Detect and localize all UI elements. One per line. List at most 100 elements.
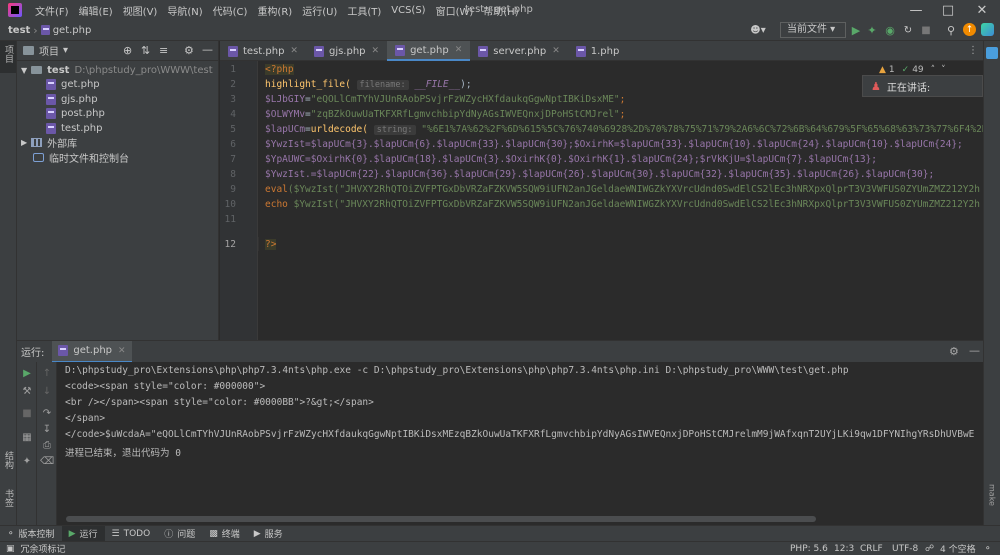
status-caret-position[interactable]: 12:3	[834, 544, 854, 554]
tree-file-get[interactable]: get.php	[17, 78, 218, 93]
menu-file[interactable]: 文件(F)	[30, 3, 74, 18]
tab-server-php[interactable]: server.php ✕	[470, 41, 568, 61]
status-encoding[interactable]: UTF-8	[892, 544, 918, 554]
close-icon[interactable]: ✕	[455, 45, 463, 55]
search-icon[interactable]: ⚲	[945, 23, 957, 37]
git-icon[interactable]: ⚬	[984, 544, 992, 554]
menu-view[interactable]: 视图(V)	[118, 3, 163, 18]
maximize-icon[interactable]: □	[932, 0, 964, 20]
attach-icon[interactable]: ↻	[902, 23, 914, 37]
tool-tab-problems[interactable]: ⓘ 问题	[157, 526, 202, 542]
tree-external-libraries[interactable]: ▶ 外部库	[17, 136, 218, 150]
menu-edit[interactable]: 编辑(E)	[74, 3, 118, 18]
tool-tab-terminal[interactable]: ▩ 终端	[202, 526, 247, 542]
stop-icon[interactable]: ■	[20, 406, 34, 420]
breadcrumb-file[interactable]: get.php	[53, 25, 92, 36]
run-icon[interactable]: ▶	[850, 23, 862, 37]
scroll-to-end-icon[interactable]: ↧	[40, 422, 54, 436]
inspection-widget[interactable]: ▲ 1 ✓ 49 ˄ ˅	[879, 65, 946, 75]
status-indent[interactable]: 4 个空格	[940, 542, 976, 555]
code-line-12: ?>	[265, 239, 277, 250]
status-line-separator[interactable]: CRLF	[860, 544, 883, 554]
chevron-down-icon[interactable]: ▼	[21, 66, 27, 75]
layout-icon[interactable]: ▦	[20, 430, 34, 444]
gear-icon[interactable]: ⚙	[949, 345, 959, 358]
param-hint: string:	[373, 125, 416, 135]
user-icon[interactable]: ☻▾	[748, 23, 768, 37]
arrow-up-icon[interactable]: ↑	[40, 366, 54, 380]
run-config-select[interactable]: 当前文件 ▾	[780, 22, 846, 38]
menu-code[interactable]: 代码(C)	[208, 3, 253, 18]
breadcrumb-project[interactable]: test	[0, 25, 30, 36]
tree-file-post[interactable]: post.php	[17, 107, 218, 122]
hide-panel-icon[interactable]: —	[969, 344, 980, 357]
close-icon[interactable]: ✕	[118, 346, 126, 356]
menu-run[interactable]: 运行(U)	[297, 3, 342, 18]
print-icon[interactable]: ⎙	[40, 438, 54, 452]
structure-tool-tab[interactable]: 结构	[2, 451, 15, 469]
bookmarks-tool-tab[interactable]: 书签	[2, 489, 15, 507]
debug-icon[interactable]: ✦	[866, 23, 878, 37]
tree-scratches[interactable]: 临时文件和控制台	[17, 150, 218, 165]
close-window-icon[interactable]: ✕	[966, 0, 998, 20]
status-panel-icon[interactable]: ▣	[6, 544, 15, 554]
menu-vcs[interactable]: VCS(S)	[386, 5, 430, 16]
line-number: 2	[230, 79, 236, 90]
console-horizontal-scrollbar[interactable]	[66, 516, 816, 522]
trash-icon[interactable]: ⌫	[40, 454, 54, 468]
arrow-down-icon[interactable]: ↓	[40, 384, 54, 398]
menu-refactor[interactable]: 重构(R)	[252, 3, 297, 18]
coverage-icon[interactable]: ◉	[884, 23, 896, 37]
status-php-version[interactable]: PHP: 5.6	[790, 544, 828, 554]
tool-tab-run[interactable]: ▶ 运行	[61, 525, 105, 542]
stop-icon[interactable]: ■	[920, 23, 932, 37]
tab-1-php[interactable]: 1.php	[568, 41, 628, 61]
run-console-output[interactable]: D:\phpstudy_pro\Extensions\php\php7.3.4n…	[57, 362, 983, 525]
tree-file-gjs[interactable]: gjs.php	[17, 92, 218, 107]
chevron-down-icon[interactable]: ˅	[941, 65, 946, 75]
chevron-right-icon[interactable]: ▶	[21, 138, 27, 147]
tree-file-test[interactable]: test.php	[17, 121, 218, 136]
close-icon[interactable]: ✕	[290, 46, 298, 56]
window-title: test - get.php	[465, 4, 533, 15]
locate-icon[interactable]: ⊕	[123, 44, 132, 57]
tree-root[interactable]: ▼ test D:\phpstudy_pro\WWW\test	[17, 63, 218, 78]
close-icon[interactable]: ✕	[552, 46, 560, 56]
wrench-icon[interactable]: ⚒	[20, 384, 34, 398]
php-file-icon	[46, 79, 56, 91]
chevron-up-icon[interactable]: ˄	[931, 65, 936, 75]
tool-tab-vcs[interactable]: ⚬ 版本控制	[0, 526, 62, 542]
navigation-bar: test › get.php ☻▾ 当前文件 ▾ ▶ ✦ ◉ ↻ ■ ⚲ ↑	[0, 20, 1000, 41]
database-icon[interactable]	[986, 47, 998, 59]
close-icon[interactable]: ✕	[372, 46, 380, 56]
gear-icon[interactable]: ⚙	[184, 44, 194, 57]
pin-icon[interactable]: ✦	[20, 454, 34, 468]
run-tab-label: get.php	[73, 345, 113, 356]
code-editor[interactable]: <?php highlight_file( filename: __FILE__…	[259, 61, 983, 340]
lock-icon[interactable]: ☍	[925, 544, 934, 554]
tab-gjs-php[interactable]: gjs.php ✕	[306, 41, 387, 61]
menu-navigate[interactable]: 导航(N)	[162, 3, 207, 18]
project-panel-title[interactable]: 项目	[39, 43, 59, 58]
project-tool-tab[interactable]: 项目	[2, 45, 15, 63]
tool-tab-todo[interactable]: ☰ TODO	[105, 526, 158, 542]
tree-root-path: D:\phpstudy_pro\WWW\test	[74, 64, 213, 76]
expand-all-icon[interactable]: ⇅	[141, 44, 150, 57]
make-icon[interactable]: make	[986, 475, 998, 515]
tree-root-name: test	[47, 64, 70, 76]
rerun-icon[interactable]: ▶	[20, 366, 34, 380]
tab-options-icon[interactable]: ⋮	[968, 45, 978, 56]
tab-get-php[interactable]: get.php ✕	[387, 41, 471, 61]
project-panel: 项目 ▾ ⊕ ⇅ ≡ ⚙ — ▼ test D:\phpstudy_pro\WW…	[17, 41, 219, 340]
tab-test-php[interactable]: test.php ✕	[220, 41, 306, 61]
collapse-all-icon[interactable]: ≡	[159, 44, 168, 57]
soft-wrap-icon[interactable]: ↷	[40, 406, 54, 420]
hide-panel-icon[interactable]: —	[202, 43, 213, 56]
run-tab-get-php[interactable]: get.php ✕	[52, 340, 132, 363]
minimize-icon[interactable]: —	[900, 0, 932, 20]
menu-tools[interactable]: 工具(T)	[342, 3, 386, 18]
tool-tab-services[interactable]: ▶ 服务	[247, 526, 290, 542]
project-view-dropdown-icon[interactable]: ▾	[63, 45, 68, 56]
toolbox-icon[interactable]	[981, 23, 994, 36]
update-icon[interactable]: ↑	[963, 23, 976, 36]
